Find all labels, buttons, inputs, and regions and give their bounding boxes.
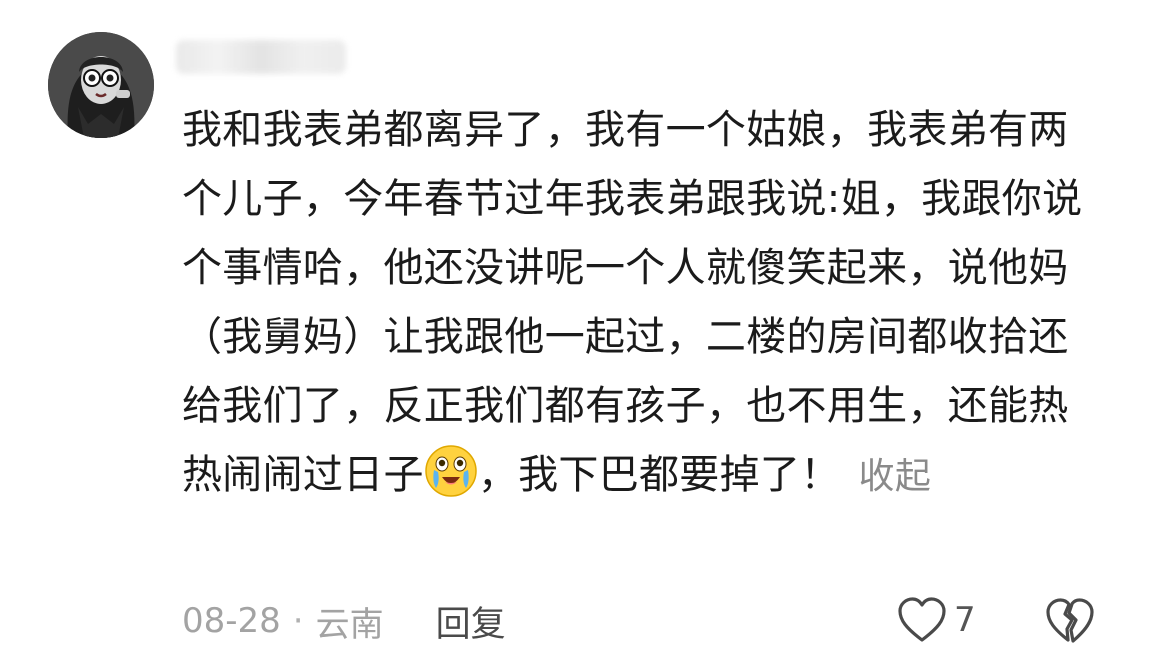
avatar-image xyxy=(48,32,154,138)
comment-text-part: 我和我表弟都离异了，我有一个姑娘，我表弟有两个儿子，今年春节过年我表弟跟我说:姐… xyxy=(182,107,1083,498)
comment-date: 08-28 xyxy=(182,601,281,641)
collapse-link[interactable]: 收起 xyxy=(859,456,932,497)
reply-button[interactable]: 回复 xyxy=(436,596,506,647)
username-blurred[interactable] xyxy=(176,40,346,74)
heart-outline-icon xyxy=(898,597,946,642)
comment-text: 我和我表弟都离异了，我有一个姑娘，我表弟有两个儿子，今年春节过年我表弟跟我说:姐… xyxy=(182,96,1087,511)
comment-location: 云南 xyxy=(315,604,384,645)
like-count: 7 xyxy=(954,600,976,640)
comment-meta: 08-28 · 云南 回复 xyxy=(182,596,506,646)
comment-item: 我和我表弟都离异了，我有一个姑娘，我表弟有两个儿子，今年春节过年我表弟跟我说:姐… xyxy=(0,0,1152,667)
crying-laughing-emoji-icon xyxy=(425,445,477,497)
like-button[interactable]: 7 xyxy=(896,594,976,646)
avatar[interactable] xyxy=(48,32,154,138)
broken-heart-icon[interactable] xyxy=(1044,596,1096,646)
meta-separator: · xyxy=(292,601,304,641)
comment-text-part: ，我下巴都要掉了！ xyxy=(477,452,841,498)
